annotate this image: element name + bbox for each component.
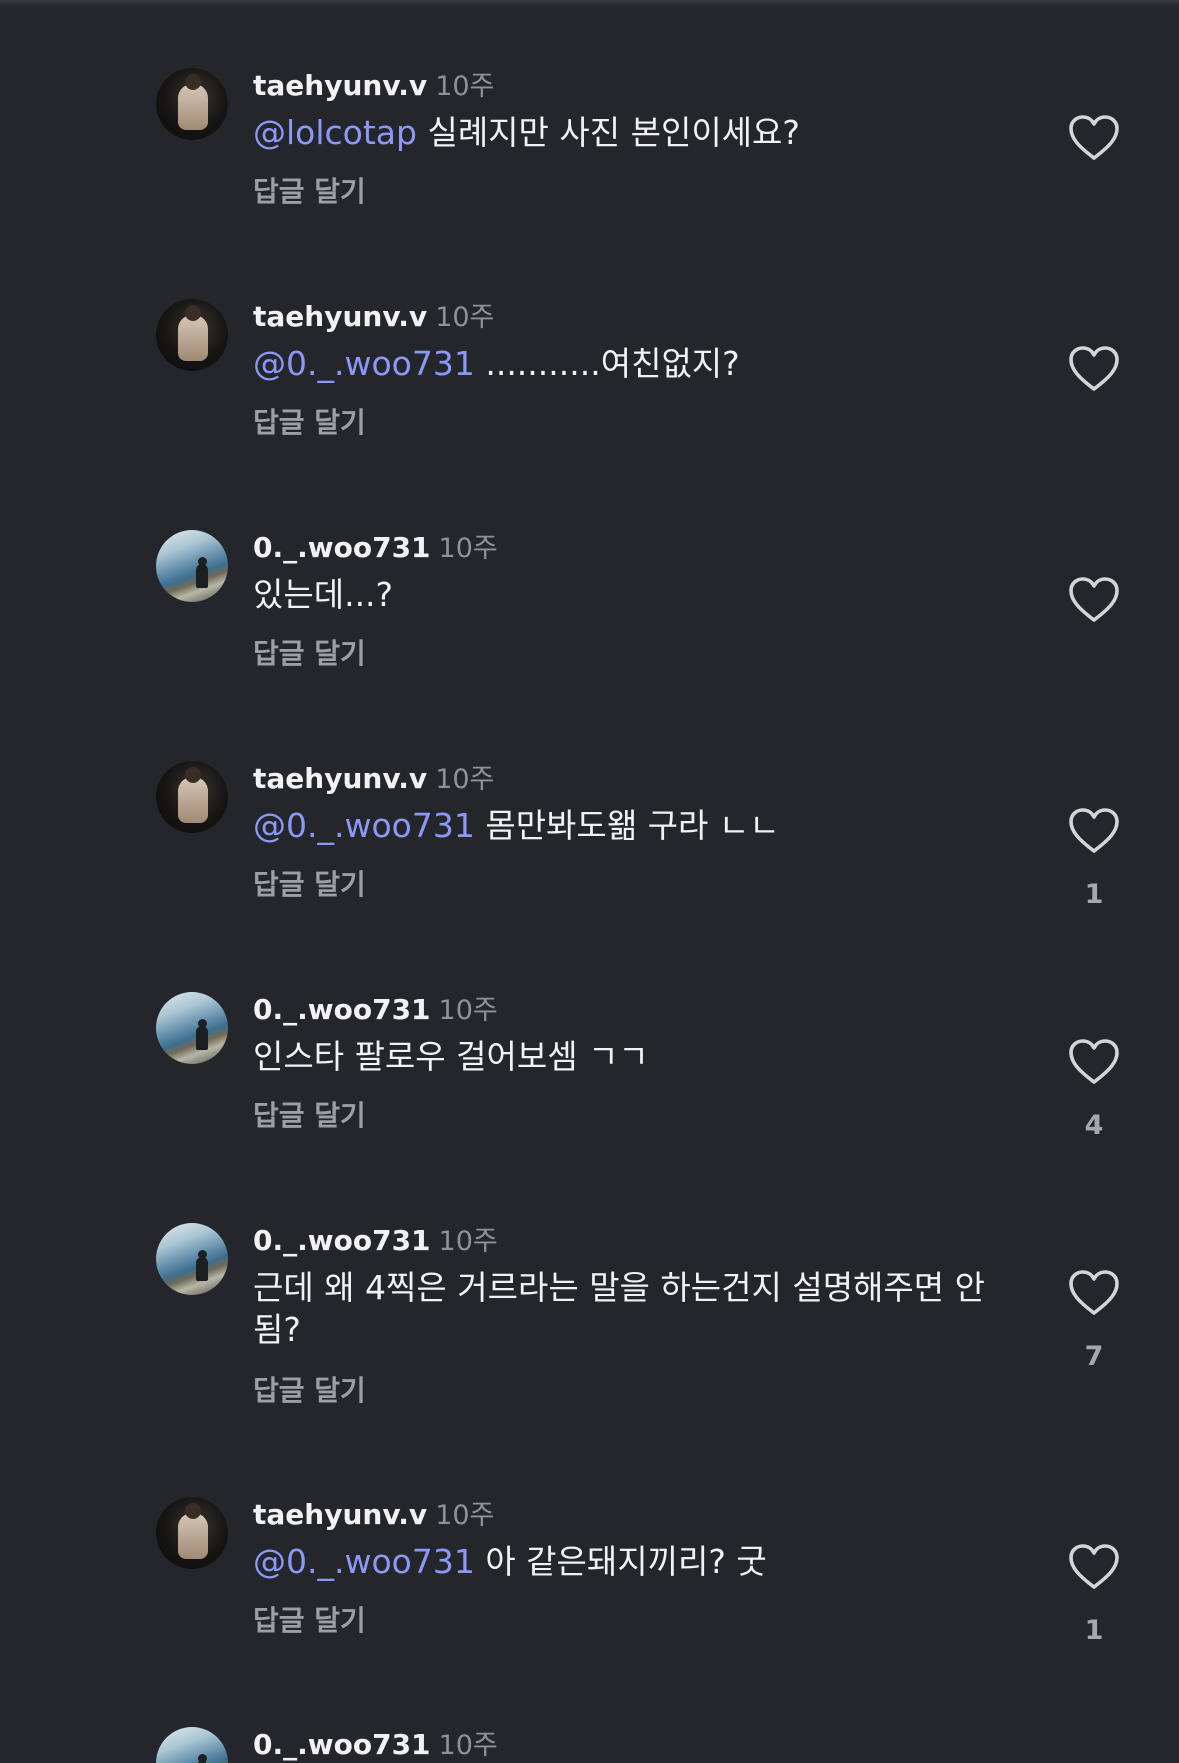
- heart-outline-icon: [1069, 346, 1119, 391]
- timestamp: 10주: [435, 1500, 495, 1531]
- avatar[interactable]: [156, 761, 228, 833]
- username[interactable]: taehyunv.v: [253, 1498, 427, 1531]
- mention-link[interactable]: @0._.woo731: [253, 1542, 475, 1581]
- comment-body: 실례지만 사진 본인이세요?: [416, 113, 800, 152]
- username[interactable]: taehyunv.v: [253, 300, 427, 333]
- comment-text: @0._.woo731 ...........여친없지?: [253, 343, 1013, 385]
- reply-button[interactable]: 답글 달기: [253, 1603, 366, 1639]
- comment-text: @0._.woo731 아 같은돼지끼리? 굿: [253, 1541, 1013, 1583]
- comment-meta: taehyunv.v 10주: [253, 761, 494, 797]
- avatar[interactable]: [156, 1727, 228, 1763]
- heart-outline-icon: [1069, 1544, 1119, 1589]
- avatar[interactable]: [156, 530, 228, 602]
- comment-text: @0._.woo731 몸만봐도왦 구라 ㄴㄴ: [253, 805, 1013, 847]
- username[interactable]: 0._.woo731: [253, 993, 431, 1026]
- timestamp: 10주: [438, 533, 498, 564]
- comment-meta: 0._.woo731 10주: [253, 1727, 498, 1763]
- comment-meta: 0._.woo731 10주: [253, 530, 498, 566]
- timestamp: 10주: [438, 1226, 498, 1257]
- top-edge: [0, 0, 1179, 6]
- reply-button[interactable]: 답글 달기: [253, 1098, 366, 1134]
- avatar[interactable]: [156, 299, 228, 371]
- reply-button[interactable]: 답글 달기: [253, 636, 366, 672]
- comment-meta: 0._.woo731 10주: [253, 992, 498, 1028]
- heart-outline-icon: [1069, 1039, 1119, 1084]
- comment-meta: taehyunv.v 10주: [253, 1497, 494, 1533]
- comment-body: 아 같은돼지끼리? 굿: [474, 1542, 767, 1581]
- username[interactable]: 0._.woo731: [253, 1224, 431, 1257]
- like-button[interactable]: [1068, 114, 1120, 162]
- like-button[interactable]: [1068, 807, 1120, 855]
- like-button[interactable]: [1068, 345, 1120, 393]
- timestamp: 10주: [438, 995, 498, 1026]
- comment-body: 근데 왜 4찍은 거르라는 말을 하는건지 설명해주면 안됨?: [253, 1268, 985, 1349]
- comment-meta: taehyunv.v 10주: [253, 68, 494, 104]
- comment-text: 근데 왜 4찍은 거르라는 말을 하는건지 설명해주면 안됨?: [253, 1267, 1013, 1351]
- reply-button[interactable]: 답글 달기: [253, 867, 366, 903]
- like-count: 7: [1084, 1341, 1104, 1372]
- username[interactable]: taehyunv.v: [253, 69, 427, 102]
- heart-outline-icon: [1069, 115, 1119, 160]
- username[interactable]: 0._.woo731: [253, 531, 431, 564]
- comment-text: 인스타 팔로우 걸어보셈 ㄱㄱ: [253, 1036, 1013, 1078]
- comment-text: @lolcotap 실례지만 사진 본인이세요?: [253, 112, 1013, 154]
- avatar[interactable]: [156, 1497, 228, 1569]
- comment-text: 있는데...?: [253, 574, 1013, 616]
- timestamp: 10주: [438, 1730, 498, 1761]
- username[interactable]: 0._.woo731: [253, 1728, 431, 1761]
- mention-link[interactable]: @lolcotap: [253, 113, 417, 152]
- reply-button[interactable]: 답글 달기: [253, 174, 366, 210]
- like-button[interactable]: [1068, 1269, 1120, 1317]
- comment-body: 몸만봐도왦 구라 ㄴㄴ: [474, 806, 780, 845]
- timestamp: 10주: [435, 302, 495, 333]
- mention-link[interactable]: @0._.woo731: [253, 806, 475, 845]
- avatar[interactable]: [156, 992, 228, 1064]
- like-count: 1: [1084, 1615, 1104, 1646]
- comment-body: 있는데...?: [253, 575, 394, 614]
- like-count: 4: [1084, 1110, 1104, 1141]
- like-button[interactable]: [1068, 1543, 1120, 1591]
- username[interactable]: taehyunv.v: [253, 762, 427, 795]
- comment-body: ...........여친없지?: [474, 344, 740, 383]
- heart-outline-icon: [1069, 577, 1119, 622]
- mention-link[interactable]: @0._.woo731: [253, 344, 475, 383]
- heart-outline-icon: [1069, 808, 1119, 853]
- avatar[interactable]: [156, 68, 228, 140]
- reply-button[interactable]: 답글 달기: [253, 405, 366, 441]
- reply-button[interactable]: 답글 달기: [253, 1373, 366, 1409]
- like-button[interactable]: [1068, 1038, 1120, 1086]
- heart-outline-icon: [1069, 1270, 1119, 1315]
- timestamp: 10주: [435, 71, 495, 102]
- avatar[interactable]: [156, 1223, 228, 1295]
- comment-meta: taehyunv.v 10주: [253, 299, 494, 335]
- comment-body: 인스타 팔로우 걸어보셈 ㄱㄱ: [253, 1037, 649, 1076]
- timestamp: 10주: [435, 764, 495, 795]
- like-count: 1: [1084, 879, 1104, 910]
- comment-meta: 0._.woo731 10주: [253, 1223, 498, 1259]
- like-button[interactable]: [1068, 576, 1120, 624]
